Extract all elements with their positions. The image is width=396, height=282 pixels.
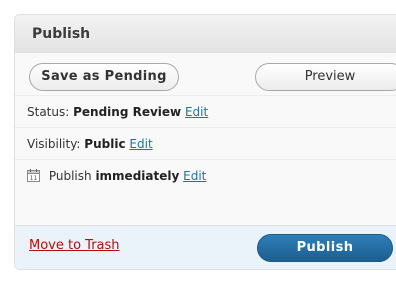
visibility-row: Visibility: Public Edit bbox=[15, 127, 396, 159]
visibility-label: Visibility: bbox=[27, 137, 81, 151]
move-to-trash-link[interactable]: Move to Trash bbox=[29, 238, 120, 253]
publish-button[interactable]: Publish bbox=[257, 234, 393, 262]
schedule-value: immediately bbox=[95, 169, 180, 183]
schedule-row: 11 Publish immediately Edit bbox=[15, 159, 396, 191]
schedule-label: Publish bbox=[48, 169, 92, 183]
publish-box-title: Publish bbox=[15, 15, 396, 53]
major-publishing-actions: Move to Trash Publish bbox=[15, 225, 396, 269]
status-label: Status: bbox=[27, 105, 70, 119]
calendar-icon-day: 11 bbox=[30, 175, 38, 182]
minor-publishing-actions: Save as Pending Preview bbox=[15, 53, 396, 95]
status-row: Status: Pending Review Edit bbox=[15, 95, 396, 127]
visibility-value: Public bbox=[84, 137, 126, 151]
preview-button[interactable]: Preview bbox=[255, 63, 396, 91]
save-as-pending-button[interactable]: Save as Pending bbox=[29, 63, 179, 91]
edit-visibility-link[interactable]: Edit bbox=[129, 137, 152, 151]
status-value: Pending Review bbox=[73, 105, 182, 119]
edit-status-link[interactable]: Edit bbox=[185, 105, 208, 119]
calendar-icon: 11 bbox=[27, 162, 40, 182]
publish-box: Publish Save as Pending Preview Status: … bbox=[14, 14, 396, 270]
edit-schedule-link[interactable]: Edit bbox=[183, 169, 206, 183]
